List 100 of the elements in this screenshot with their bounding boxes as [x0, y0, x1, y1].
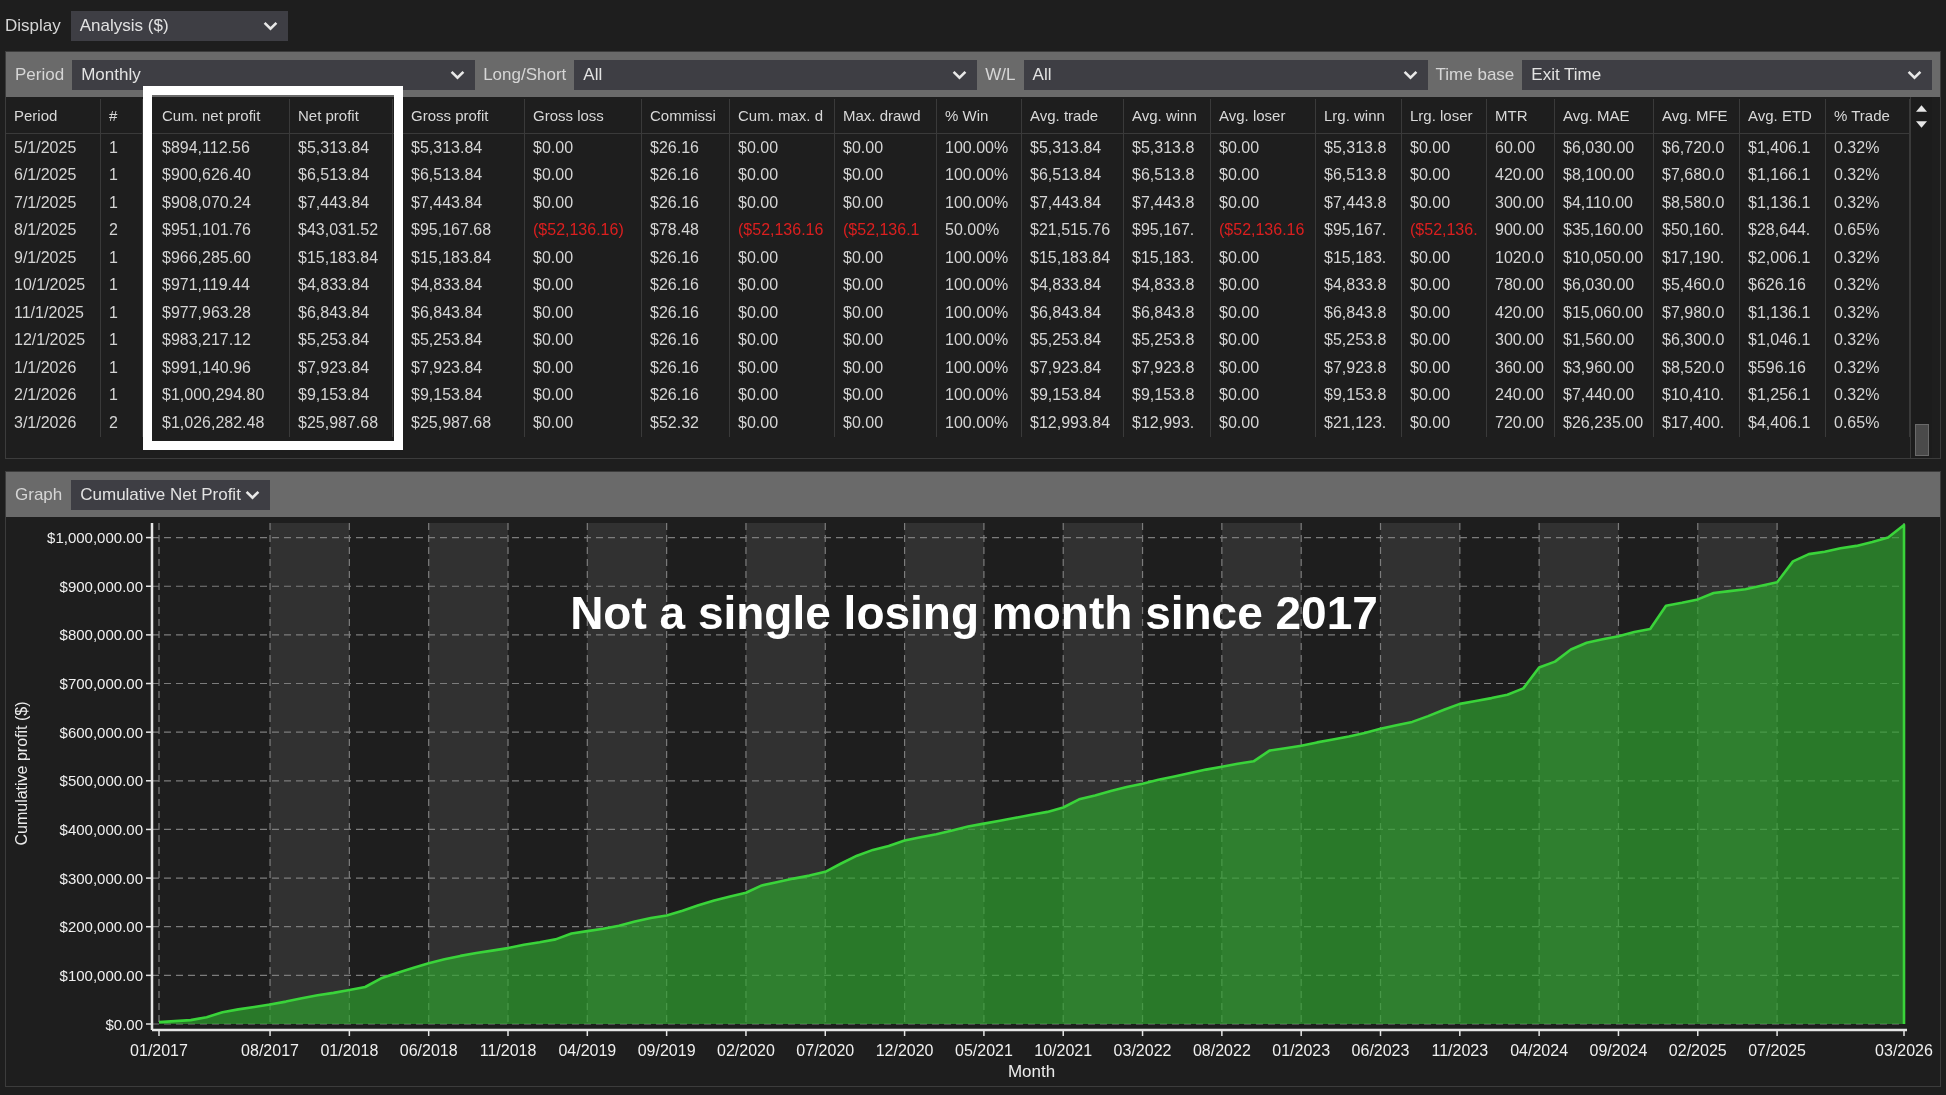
table-cell: $908,070.24 [154, 189, 290, 217]
column-header[interactable]: Period [6, 99, 101, 133]
table-cell: $7,443.8 [1316, 189, 1402, 217]
table-cell: $9,153.84 [1022, 381, 1124, 409]
x-tick-label: 02/2020 [717, 1041, 775, 1059]
table-cell: $0.00 [525, 299, 642, 327]
table-cell: $0.00 [835, 299, 937, 327]
column-header[interactable]: Net profit [290, 99, 393, 133]
y-tick-label: $200,000.00 [59, 918, 143, 936]
table-cell: $0.00 [525, 381, 642, 409]
field-label: Graph [15, 486, 63, 503]
x-tick-label: 06/2018 [399, 1041, 458, 1059]
scrollbar[interactable] [1910, 97, 1932, 458]
table-cell: $6,843.84 [290, 299, 393, 327]
column-header[interactable]: Commissi [642, 99, 730, 133]
table-cell: $971,119.44 [154, 271, 290, 299]
table-cell: 1 [101, 381, 143, 409]
table-cell: $1,560.00 [1555, 326, 1654, 354]
dropdown[interactable]: Cumulative Net Profit [71, 479, 271, 510]
table-cell: $8,580.0 [1654, 189, 1740, 217]
table-cell: 7/1/2025 [6, 189, 101, 217]
column-header[interactable]: # [101, 99, 143, 133]
table-cell: 6/1/2025 [6, 161, 101, 189]
table-cell: $5,460.0 [1654, 271, 1740, 299]
dropdown[interactable]: All [574, 59, 978, 90]
column-header[interactable]: Avg. loser [1211, 99, 1316, 133]
table-cell: $0.00 [730, 354, 835, 382]
dropdown[interactable]: Analysis ($) [70, 10, 288, 41]
table-cell: 10/1/2025 [6, 271, 101, 299]
x-tick-label: 09/2024 [1589, 1041, 1648, 1059]
table-cell: $5,253.8 [1316, 326, 1402, 354]
column-header[interactable]: Avg. MFE [1654, 99, 1740, 133]
chevron-down-icon [952, 69, 968, 80]
table-cell: $0.00 [1211, 354, 1316, 382]
scroll-up-icon[interactable] [1916, 105, 1927, 112]
table-cell: $4,833.8 [1124, 271, 1211, 299]
table-cell: $5,253.8 [1124, 326, 1211, 354]
table-cell: $9,153.84 [403, 381, 525, 409]
table-cell: 1 [101, 134, 143, 162]
table-cell: $0.00 [525, 134, 642, 162]
table-cell: 2 [101, 216, 143, 244]
table-cell: $4,833.84 [403, 271, 525, 299]
table-cell: 300.00 [1487, 189, 1555, 217]
scroll-down-icon[interactable] [1916, 121, 1927, 128]
table-cell: 240.00 [1487, 381, 1555, 409]
table-cell: $0.00 [1402, 299, 1487, 327]
column-header[interactable]: Avg. ETD [1740, 99, 1826, 133]
column-header[interactable]: Max. drawd [835, 99, 937, 133]
table-cell: 100.00% [937, 134, 1022, 162]
table-cell: $6,300.0 [1654, 326, 1740, 354]
column-header[interactable]: MTR [1487, 99, 1555, 133]
table-cell: $10,050.00 [1555, 244, 1654, 272]
table-cell: $9,153.8 [1124, 381, 1211, 409]
table-cell: $4,110.00 [1555, 189, 1654, 217]
table-cell: $0.00 [730, 381, 835, 409]
table-cell: $0.00 [730, 326, 835, 354]
table-cell: $6,513.84 [290, 161, 393, 189]
table-cell: $26,235.00 [1555, 409, 1654, 437]
x-tick-label: 11/2018 [479, 1041, 537, 1059]
table-cell: $0.00 [1402, 271, 1487, 299]
table-cell: $26.16 [642, 354, 730, 382]
scroll-thumb[interactable] [1914, 424, 1929, 456]
chevron-down-icon [450, 69, 466, 80]
table-cell: $5,313.8 [1124, 134, 1211, 162]
column-header[interactable]: % Win [937, 99, 1022, 133]
table-cell: $0.00 [730, 189, 835, 217]
table-cell: $8,520.0 [1654, 354, 1740, 382]
table-cell: 3/1/2026 [6, 409, 101, 437]
column-header[interactable]: Avg. winn [1124, 99, 1211, 133]
column-header[interactable]: Avg. trade [1022, 99, 1124, 133]
x-tick-label: 06/2023 [1351, 1041, 1410, 1059]
x-tick-label: 01/2017 [130, 1041, 188, 1059]
table-cell: $6,843.84 [1022, 299, 1124, 327]
table-cell: $1,000,294.80 [154, 381, 290, 409]
dropdown[interactable]: Monthly [72, 59, 476, 90]
x-tick-label: 08/2017 [241, 1041, 299, 1059]
table-cell: $596.16 [1740, 354, 1826, 382]
table-cell: ($52,136.16 [1211, 216, 1316, 244]
table-cell: $7,980.0 [1654, 299, 1740, 327]
column-header[interactable]: Lrg. loser [1402, 99, 1487, 133]
column-header[interactable]: Gross loss [525, 99, 642, 133]
table-cell: $0.00 [525, 409, 642, 437]
table-cell: ($52,136.1 [835, 216, 937, 244]
column-header[interactable]: Gross profit [403, 99, 525, 133]
table-cell: $15,060.00 [1555, 299, 1654, 327]
table-cell: $9,153.84 [290, 381, 393, 409]
dropdown[interactable]: Exit Time [1522, 59, 1932, 90]
table-cell: $0.00 [835, 326, 937, 354]
y-tick-label: $800,000.00 [59, 626, 143, 644]
table-cell: $15,183. [1316, 244, 1402, 272]
table-cell: 100.00% [937, 354, 1022, 382]
table-cell: $26.16 [642, 326, 730, 354]
dropdown[interactable]: All [1023, 59, 1428, 90]
column-header[interactable]: Lrg. winn [1316, 99, 1402, 133]
column-header[interactable]: Avg. MAE [1555, 99, 1654, 133]
column-header[interactable]: Cum. net profit [154, 99, 290, 133]
table-cell: $1,136.1 [1740, 189, 1826, 217]
table-cell: $6,720.0 [1654, 134, 1740, 162]
table-cell: $1,026,282.48 [154, 409, 290, 437]
column-header[interactable]: Cum. max. d [730, 99, 835, 133]
